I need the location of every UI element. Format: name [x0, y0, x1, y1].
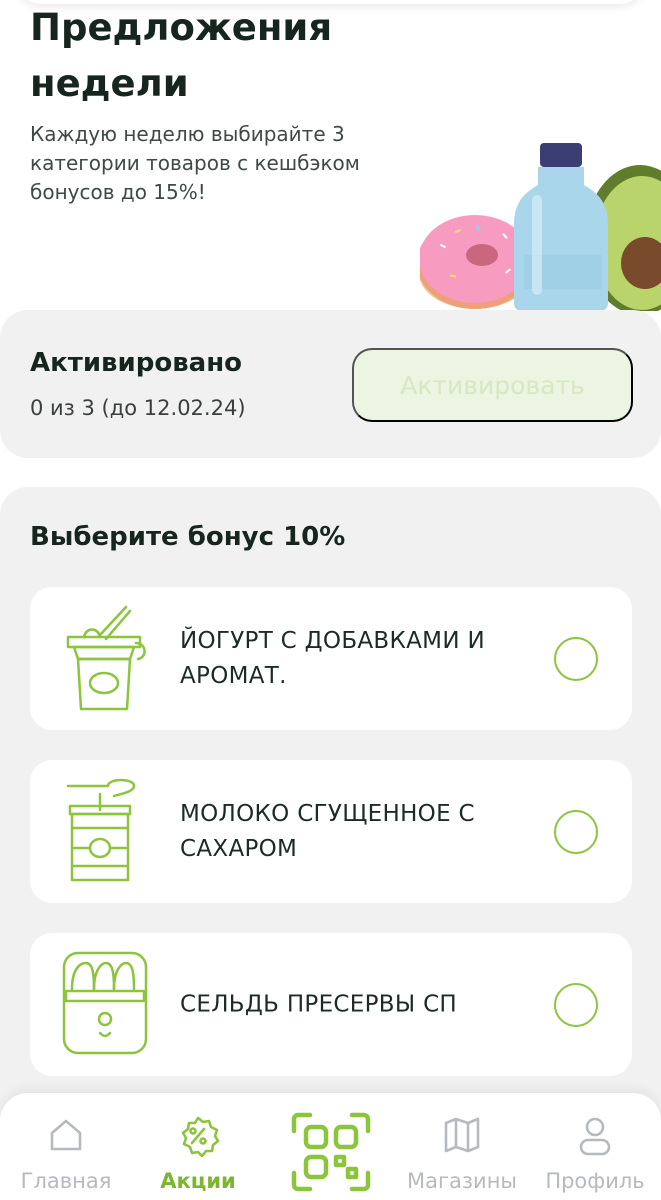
nav-label-home: Главная	[20, 1169, 112, 1193]
nav-item-promos[interactable]: Акции	[138, 1115, 258, 1200]
groceries-illustration	[420, 143, 661, 311]
nav-label-profile: Профиль	[545, 1169, 645, 1193]
nav-item-home[interactable]: Главная	[6, 1115, 126, 1200]
herring-preserves-icon	[62, 951, 148, 1055]
bonus-title: Выберите бонус 10%	[30, 522, 346, 552]
bonus-category-card[interactable]: МОЛОКО СГУЩЕННОЕ С САХАРОМ	[30, 760, 632, 903]
discount-badge-icon	[181, 1116, 220, 1157]
nav-item-profile[interactable]: Профиль	[535, 1115, 655, 1200]
water-bottle-image	[514, 143, 608, 311]
home-icon	[50, 1119, 82, 1151]
activation-panel: Активировано 0 из 3 (до 12.02.24) Активи…	[0, 310, 661, 458]
page-title-line-2: недели	[30, 62, 189, 105]
page-title: Предложения недели	[30, 0, 370, 112]
bonus-category-label: ЙОГУРТ С ДОБАВКАМИ И АРОМАТ.	[180, 627, 485, 689]
bonus-category-radio[interactable]	[554, 809, 598, 854]
nav-label-stores: Магазины	[406, 1169, 517, 1193]
user-icon	[579, 1117, 611, 1156]
nav-label-promos: Акции	[160, 1169, 236, 1193]
bonus-category-radio[interactable]	[554, 636, 598, 681]
page-title-line-1: Предложения	[30, 6, 333, 49]
bottom-navigation: Главная Акции Магазины Профиль	[0, 1093, 661, 1200]
bonus-category-label: СЕЛЬДЬ ПРЕСЕРВЫ СП	[180, 991, 458, 1017]
hero-banner: Предложения недели Каждую неделю выбирай…	[0, 0, 661, 330]
bonus-category-radio[interactable]	[554, 982, 598, 1027]
condensed-milk-can-icon	[66, 778, 136, 882]
hero-description: Каждую неделю выбирайте 3 категории това…	[30, 122, 360, 204]
activation-count: 0 из 3 (до 12.02.24)	[30, 396, 246, 420]
activate-button[interactable]: Активировать	[352, 348, 633, 422]
activation-title: Активировано	[30, 348, 243, 378]
bonus-category-card[interactable]: ЙОГУРТ С ДОБАВКАМИ И АРОМАТ.	[30, 587, 632, 730]
bonus-category-label: МОЛОКО СГУЩЕННОЕ С САХАРОМ	[180, 800, 475, 862]
bonus-category-card[interactable]: СЕЛЬДЬ ПРЕСЕРВЫ СП	[30, 933, 632, 1076]
yogurt-icon	[66, 605, 146, 711]
map-icon	[444, 1117, 480, 1153]
qr-code-icon[interactable]	[290, 1111, 372, 1193]
nav-item-stores[interactable]: Магазины	[402, 1115, 522, 1200]
